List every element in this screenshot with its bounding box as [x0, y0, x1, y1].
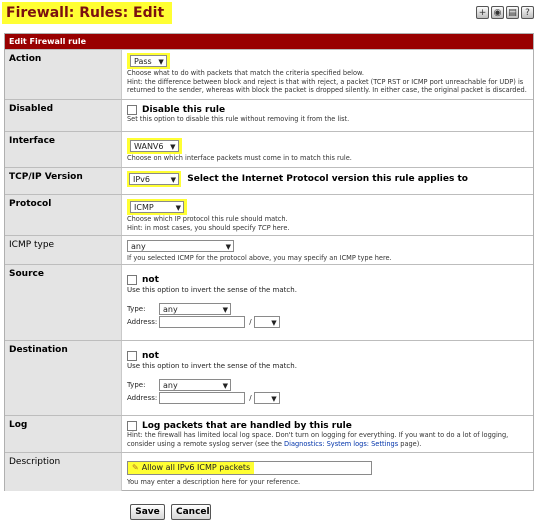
- header-icons: + ◉ ▤ ?: [476, 6, 534, 19]
- source-type-label: Type:: [127, 305, 146, 313]
- source-slash: /: [249, 318, 252, 326]
- chevron-down-icon: ▼: [225, 243, 231, 251]
- add-icon[interactable]: +: [476, 6, 489, 19]
- log-icon[interactable]: ▤: [506, 6, 519, 19]
- destination-not-checkbox[interactable]: [127, 351, 137, 361]
- source-not-label: not: [142, 275, 159, 285]
- icmp-type-select[interactable]: any ▼: [127, 240, 234, 252]
- chevron-down-icon: ▼: [222, 382, 228, 390]
- description-label: Description: [5, 453, 122, 491]
- tcpip-highlight: IPv6 ▼: [127, 171, 181, 187]
- source-help: Use this option to invert the sense of t…: [127, 286, 297, 294]
- log-row: Log Log packets that are handled by this…: [5, 415, 533, 452]
- interface-help: Choose on which interface packets must c…: [127, 154, 352, 162]
- log-checkbox[interactable]: [127, 421, 137, 431]
- destination-label: Destination: [5, 341, 122, 415]
- icmp-type-label: ICMP type: [5, 236, 122, 264]
- chevron-down-icon: ▼: [170, 176, 176, 184]
- tcpip-select[interactable]: IPv6 ▼: [129, 173, 179, 185]
- pencil-icon: ✎: [132, 463, 139, 472]
- source-row: Source not Use this option to invert the…: [5, 264, 533, 340]
- chevron-down-icon: ▼: [271, 395, 277, 403]
- log-label: Log: [5, 416, 122, 452]
- tcpip-help: Select the Internet Protocol version thi…: [187, 174, 468, 184]
- chevron-down-icon: ▼: [271, 319, 277, 327]
- destination-address-label: Address:: [127, 394, 158, 402]
- disabled-row: Disabled Disable this rule Set this opti…: [5, 99, 533, 131]
- tcpip-row: TCP/IP Version IPv6 ▼ Select the Internet…: [5, 167, 533, 194]
- cancel-button[interactable]: Cancel: [171, 504, 211, 520]
- action-row: Action Pass ▼ Choose what to do with pack…: [5, 49, 533, 99]
- section-title: Edit Firewall rule: [5, 34, 533, 49]
- disable-rule-checkbox[interactable]: [127, 105, 137, 115]
- chevron-down-icon: ▼: [158, 58, 164, 66]
- disable-rule-label: Disable this rule: [142, 105, 226, 115]
- interface-label: Interface: [5, 132, 122, 167]
- source-address-input[interactable]: [159, 316, 245, 328]
- protocol-select[interactable]: ICMP ▼: [130, 201, 184, 213]
- log-help: Hint: the firewall has limited local log…: [127, 431, 509, 448]
- description-row: Description ✎ Allow all IPv6 ICMP packets…: [5, 452, 533, 491]
- destination-type-select[interactable]: any ▼: [159, 379, 231, 391]
- protocol-highlight: ICMP ▼: [127, 199, 187, 215]
- syslog-settings-link[interactable]: Diagnostics: System logs: Settings: [284, 440, 398, 448]
- description-highlight: ✎ Allow all IPv6 ICMP packets: [128, 462, 255, 474]
- protocol-label: Protocol: [5, 195, 122, 235]
- interface-row: Interface WANV6 ▼ Choose on which interfa…: [5, 131, 533, 167]
- description-help: You may enter a description here for you…: [127, 478, 301, 486]
- icmp-type-row: ICMP type any ▼ If you selected ICMP for …: [5, 235, 533, 264]
- protocol-row: Protocol ICMP ▼ Choose which IP protocol …: [5, 194, 533, 235]
- interface-highlight: WANV6 ▼: [127, 138, 182, 154]
- disabled-label: Disabled: [5, 100, 122, 131]
- action-highlight: Pass ▼: [127, 53, 170, 69]
- chevron-down-icon: ▼: [175, 204, 181, 212]
- description-input[interactable]: ✎ Allow all IPv6 ICMP packets: [127, 461, 372, 475]
- source-not-checkbox[interactable]: [127, 275, 137, 285]
- destination-slash: /: [249, 394, 252, 402]
- protocol-help: Choose which IP protocol this rule shoul…: [127, 215, 290, 232]
- help-icon[interactable]: ?: [521, 6, 534, 19]
- log-checkbox-label: Log packets that are handled by this rul…: [142, 421, 352, 431]
- action-label: Action: [5, 50, 122, 99]
- interface-select[interactable]: WANV6 ▼: [130, 140, 179, 152]
- save-button[interactable]: Save: [130, 504, 165, 520]
- destination-row: Destination not Use this option to inver…: [5, 340, 533, 415]
- destination-not-label: not: [142, 351, 159, 361]
- disabled-help: Set this option to disable this rule wit…: [127, 115, 350, 123]
- tcpip-label: TCP/IP Version: [5, 168, 122, 194]
- source-type-select[interactable]: any ▼: [159, 303, 231, 315]
- page-title: Firewall: Rules: Edit: [2, 2, 173, 24]
- icmp-type-help: If you selected ICMP for the protocol ab…: [127, 254, 392, 262]
- info-icon[interactable]: ◉: [491, 6, 504, 19]
- source-address-label: Address:: [127, 318, 158, 326]
- source-label: Source: [5, 265, 122, 340]
- destination-address-input[interactable]: [159, 392, 245, 404]
- action-select[interactable]: Pass ▼: [130, 55, 167, 67]
- destination-help: Use this option to invert the sense of t…: [127, 362, 297, 370]
- source-mask-select[interactable]: ▼: [253, 316, 280, 328]
- chevron-down-icon: ▼: [222, 306, 228, 314]
- edit-rule-panel: Edit Firewall rule Action Pass ▼ Choose w…: [4, 33, 534, 491]
- chevron-down-icon: ▼: [170, 143, 176, 151]
- action-help: Choose what to do with packets that matc…: [127, 69, 527, 94]
- destination-type-label: Type:: [127, 381, 146, 389]
- destination-mask-select[interactable]: ▼: [253, 392, 280, 404]
